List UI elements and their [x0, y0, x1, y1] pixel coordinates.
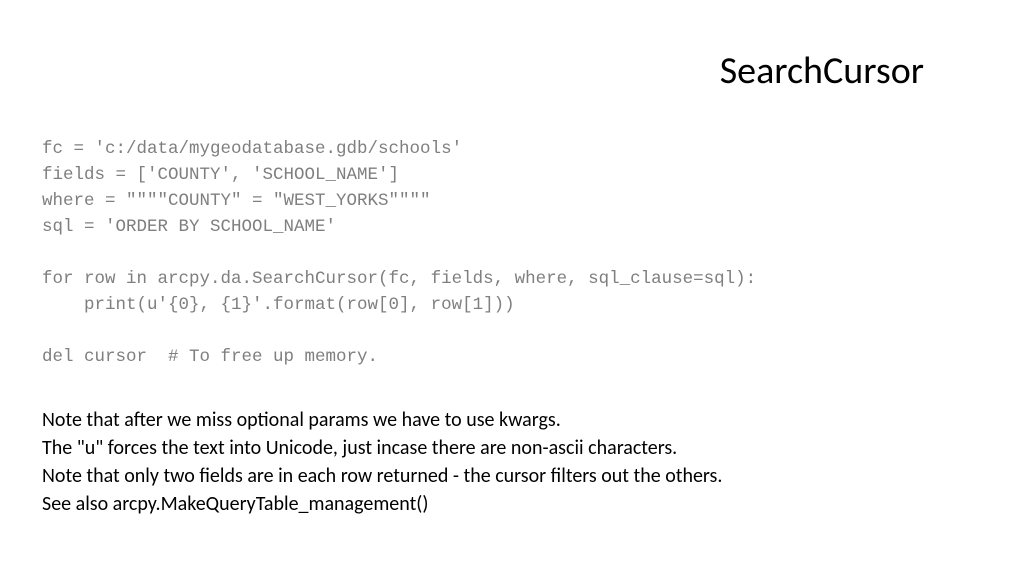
note-line: See also arcpy.MakeQueryTable_management… — [42, 490, 982, 518]
notes-block: Note that after we miss optional params … — [42, 406, 982, 518]
note-line: Note that only two fields are in each ro… — [42, 462, 982, 490]
code-block: fc = 'c:/data/mygeodatabase.gdb/schools'… — [42, 136, 756, 370]
note-line: Note that after we miss optional params … — [42, 406, 982, 434]
slide-title: SearchCursor — [720, 48, 924, 94]
slide: SearchCursor fc = 'c:/data/mygeodatabase… — [0, 0, 1024, 576]
note-line: The "u" forces the text into Unicode, ju… — [42, 434, 982, 462]
